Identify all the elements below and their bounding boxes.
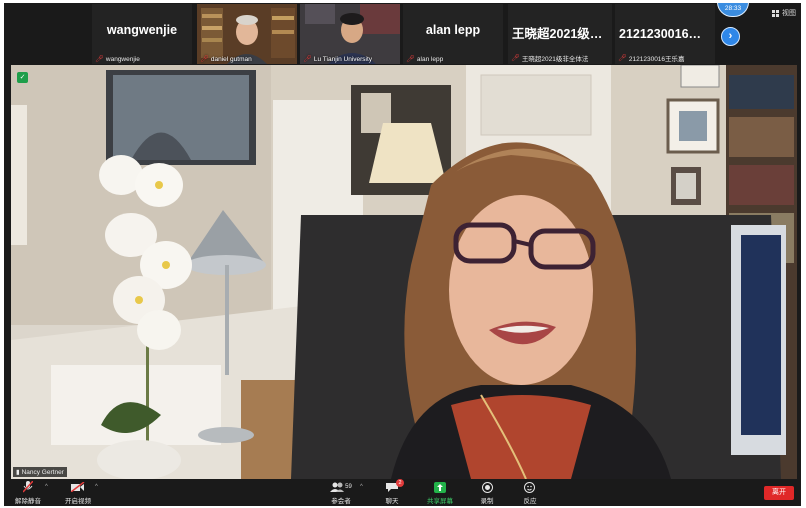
mic-muted-icon: 🎤︎: [200, 56, 209, 63]
record-icon: [481, 481, 493, 493]
participant-video-daniel-gutman[interactable]: 🎤︎ daniel gutman: [197, 4, 297, 64]
next-page-button[interactable]: ›: [721, 27, 740, 46]
reactions-label: 反应: [523, 498, 537, 505]
start-video-label: 开启视频: [65, 498, 91, 505]
mic-muted-icon: 🎤︎: [618, 55, 627, 62]
participant-name: wangwenjie: [106, 23, 178, 37]
participant-tile-alan-lepp[interactable]: alan lepp 🎤︎ alan lepp: [403, 4, 503, 64]
view-button[interactable]: 视图: [772, 8, 796, 18]
chat-unread-badge: 2: [396, 479, 404, 487]
start-video-button[interactable]: 开启视频: [60, 481, 96, 505]
participant-label-text: 王晓超2021级非全体法: [521, 56, 589, 63]
participant-video-lu-tianjin[interactable]: 🎤︎ Lu Tianjin University: [300, 4, 400, 64]
mic-muted-icon: 🎤︎: [95, 56, 104, 63]
speaker-video-frame: [11, 65, 797, 479]
record-button[interactable]: 录制: [472, 481, 502, 505]
meeting-toolbar: 解除静音 ^ 开启视频 ^ 59 参会者 ^ 2 聊天 共享屏幕 录制 反应 离…: [4, 479, 801, 506]
participant-label: 🎤︎ 王晓超2021级非全体法: [511, 53, 588, 63]
participants-label: 参会者: [331, 498, 351, 505]
zoom-meeting-window: wangwenjie 🎤︎ wangwenjie 🎤︎ daniel gutma…: [4, 3, 801, 506]
participant-label-text: Lu Tianjin University: [313, 55, 373, 63]
mic-muted-icon: [23, 481, 33, 493]
grid-view-icon: [772, 9, 779, 17]
participants-count: 59: [345, 484, 352, 490]
participant-label-text: alan lepp: [416, 55, 444, 63]
view-label: 视图: [782, 10, 796, 17]
audio-options-caret[interactable]: ^: [45, 484, 48, 490]
participant-label: 🎤︎ daniel gutman: [200, 55, 252, 64]
participant-label: 🎤︎ 2121230016王乐嘉: [618, 53, 685, 63]
participant-label-text: daniel gutman: [210, 55, 252, 63]
mic-muted-icon: 🎤︎: [406, 56, 415, 63]
signal-strength-icon: ▮: [16, 469, 20, 476]
participant-name: 2121230016王...: [619, 27, 712, 41]
share-screen-label: 共享屏幕: [427, 498, 453, 505]
participant-label-text: wangwenjie: [105, 55, 140, 63]
participant-tile-wangwenjie[interactable]: wangwenjie 🎤︎ wangwenjie: [92, 4, 192, 64]
record-label: 录制: [480, 498, 494, 505]
chat-button[interactable]: 2 聊天: [377, 479, 407, 505]
participants-options-caret[interactable]: ^: [360, 484, 363, 490]
smiley-plus-icon: [524, 481, 535, 493]
participant-label-text: 2121230016王乐嘉: [628, 56, 685, 63]
participant-name: alan lepp: [425, 23, 481, 37]
participant-label: 🎤︎ alan lepp: [406, 55, 444, 64]
video-options-caret[interactable]: ^: [95, 484, 98, 490]
participant-name: 王晓超2021级非...: [512, 27, 612, 41]
speaker-name-label: ▮ Nancy Gertner: [13, 467, 67, 477]
security-shield-icon[interactable]: ✓: [17, 72, 28, 83]
participant-label: 🎤︎ Lu Tianjin University: [303, 55, 373, 64]
participant-label: 🎤︎ wangwenjie: [95, 55, 140, 64]
chevron-right-icon: ›: [728, 30, 733, 42]
share-screen-button[interactable]: 共享屏幕: [422, 481, 458, 505]
reactions-button[interactable]: 反应: [515, 481, 545, 505]
speaker-name-text: Nancy Gertner: [21, 468, 64, 476]
mic-muted-icon: 🎤︎: [511, 55, 520, 62]
video-off-icon: [71, 482, 85, 492]
share-screen-icon: [434, 481, 446, 493]
leave-button[interactable]: 离开: [764, 486, 794, 500]
participant-tile-wang-xiaochao[interactable]: 王晓超2021级非... 🎤︎ 王晓超2021级非全体法: [508, 4, 612, 64]
active-speaker-video[interactable]: ✓ ▮ Nancy Gertner: [11, 65, 797, 479]
gallery-strip: wangwenjie 🎤︎ wangwenjie 🎤︎ daniel gutma…: [4, 3, 801, 65]
participants-icon: [330, 482, 345, 492]
meeting-timer: 28:33: [717, 3, 749, 17]
participant-tile-2121230016[interactable]: 2121230016王... 🎤︎ 2121230016王乐嘉: [615, 4, 715, 64]
chat-label: 聊天: [385, 498, 399, 505]
mic-muted-icon: 🎤︎: [303, 56, 312, 63]
unmute-button[interactable]: 解除静音: [12, 481, 44, 505]
unmute-label: 解除静音: [15, 498, 41, 505]
participants-button[interactable]: 59 参会者: [322, 481, 360, 505]
